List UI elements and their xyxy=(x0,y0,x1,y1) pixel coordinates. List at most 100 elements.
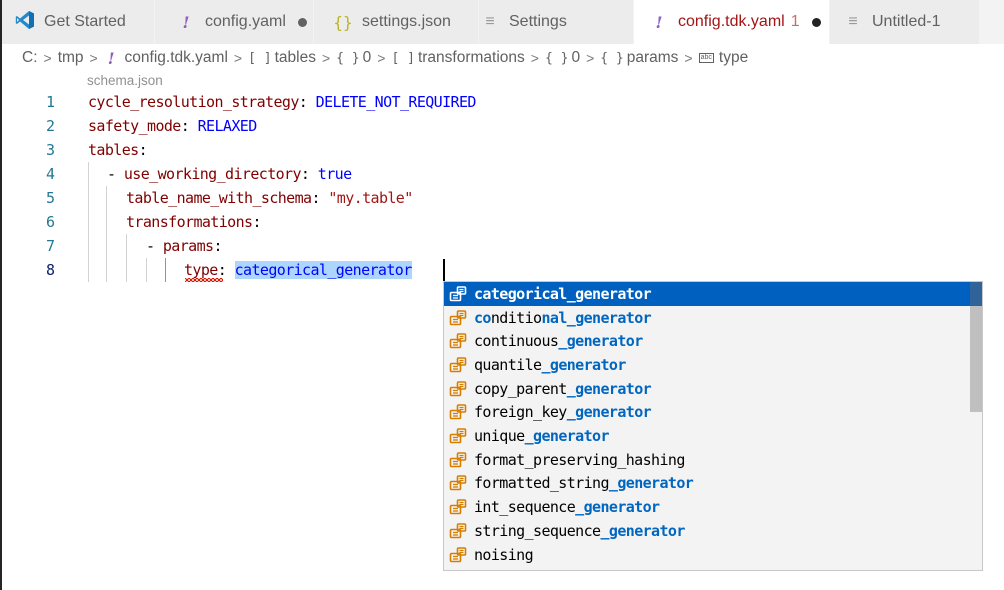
match-highlight: _generator xyxy=(558,332,643,351)
label-text: continuous xyxy=(474,332,559,351)
breadcrumb-item-params[interactable]: params xyxy=(627,49,679,67)
match-highlight: _generator xyxy=(541,355,626,374)
suggest-scrollbar[interactable] xyxy=(970,282,982,412)
unsaved-dot-icon[interactable] xyxy=(811,17,821,27)
label-text: unique xyxy=(474,427,525,446)
schema-codelens[interactable]: schema.json xyxy=(87,73,163,88)
code-line[interactable]: transformations: xyxy=(126,210,262,234)
suggestion-item[interactable]: unique_generator xyxy=(444,424,970,448)
colon: : xyxy=(217,261,227,279)
indent-guide xyxy=(106,186,107,282)
match-highlight: _generator xyxy=(524,427,610,446)
suggestion-item[interactable]: conditional_generator xyxy=(444,306,970,330)
suggestion-item[interactable]: formatted_string_generator xyxy=(444,472,970,496)
line-number: 1 xyxy=(45,93,55,111)
chevron-right-icon: > xyxy=(233,50,243,66)
array-icon: [ ] xyxy=(391,50,415,66)
unsaved-dot-icon[interactable] xyxy=(297,17,307,27)
label-text: nditio xyxy=(490,308,542,327)
autocomplete-suggest-widget: categorical_generator conditional_generat… xyxy=(443,281,983,571)
breadcrumb-item-index[interactable]: 0 xyxy=(571,49,580,67)
match-highlight: _generator xyxy=(566,403,652,422)
tab-label: Untitled-1 xyxy=(872,13,941,30)
indent-guide xyxy=(146,258,147,282)
yaml-icon: ! xyxy=(107,48,115,68)
text-lines-icon: ≡ xyxy=(848,13,858,30)
error-squiggle[interactable] xyxy=(185,278,223,282)
object-icon: { } xyxy=(336,50,360,66)
breadcrumb-item-tmp[interactable]: tmp xyxy=(58,49,84,67)
suggestion-label: int_sequence_generator xyxy=(474,498,660,517)
tab-config-tdk-yaml[interactable]: ! config.tdk.yaml 1 xyxy=(634,0,830,44)
tab-settings-json[interactable]: {} settings.json xyxy=(314,0,479,44)
tab-get-started[interactable]: Get Started xyxy=(2,0,155,44)
enum-member-icon xyxy=(449,380,467,396)
suggestion-item[interactable]: continuous_generator xyxy=(444,329,970,353)
code-line[interactable]: table_name_with_schema: "my.table" xyxy=(126,186,413,210)
yaml-key: params xyxy=(162,237,214,255)
suggestion-label: string_sequence_generator xyxy=(474,522,685,540)
suggestion-item[interactable]: copy_parent_generator xyxy=(444,377,970,401)
string-icon: abc xyxy=(698,53,714,63)
enum-member-icon xyxy=(449,357,467,373)
code-line[interactable]: safety_mode: RELAXED xyxy=(88,114,257,138)
colon: : xyxy=(213,237,222,255)
yaml-value: true xyxy=(317,165,352,183)
breadcrumb-item-index[interactable]: 0 xyxy=(363,49,372,67)
chevron-right-icon: > xyxy=(321,50,331,66)
tab-config-yaml[interactable]: ! config.yaml xyxy=(155,0,314,44)
array-icon: [ ] xyxy=(248,50,272,66)
yaml-key: table_name_with_schema xyxy=(126,189,312,207)
enum-member-icon xyxy=(449,309,467,325)
breadcrumb-item-drive[interactable]: C: xyxy=(22,49,38,67)
enum-member-icon xyxy=(449,499,467,515)
chevron-right-icon: > xyxy=(89,50,98,66)
breadcrumb-item-transformations[interactable]: transformations xyxy=(418,49,525,67)
tab-label: config.tdk.yaml xyxy=(678,13,785,30)
colon: : xyxy=(311,189,320,207)
label-text: noising xyxy=(474,545,534,564)
breadcrumb-item-type[interactable]: type xyxy=(719,49,748,67)
suggestion-item[interactable]: noising xyxy=(444,543,970,567)
json-icon: {} xyxy=(333,12,353,32)
suggestion-item[interactable]: int_sequence_generator xyxy=(444,495,970,519)
suggestion-label: unique_generator xyxy=(474,427,610,446)
suggestion-item[interactable]: string_sequence_generator xyxy=(444,519,970,543)
code-line[interactable]: - params: xyxy=(146,234,223,258)
match-highlight: _generator xyxy=(608,474,694,493)
label-text: foreign_key xyxy=(474,403,567,422)
yaml-string-value: "my.table" xyxy=(328,189,413,207)
line-number-current: 8 xyxy=(45,261,55,279)
settings-lines-icon: ≡ xyxy=(485,13,495,30)
suggestion-item[interactable]: quantile_generator xyxy=(444,353,970,377)
label-text: quantile xyxy=(474,355,542,374)
yaml-icon: ! xyxy=(655,12,663,32)
chevron-right-icon: > xyxy=(530,50,539,66)
suggestion-item[interactable]: foreign_key_generator xyxy=(444,401,970,425)
suggestion-label: foreign_key_generator xyxy=(474,403,652,422)
yaml-key: safety_mode xyxy=(88,117,181,135)
tab-label: Settings xyxy=(509,13,567,30)
enum-member-icon xyxy=(449,475,467,491)
line-number: 5 xyxy=(45,189,55,207)
object-icon: { } xyxy=(544,50,569,66)
suggestion-item[interactable]: categorical_generator xyxy=(444,282,970,306)
colon: : xyxy=(298,93,308,111)
code-line[interactable]: - use_working_directory: true xyxy=(107,162,352,186)
code-line[interactable]: tables: xyxy=(88,138,148,162)
enum-member-icon xyxy=(449,451,467,468)
yaml-icon: ! xyxy=(182,12,190,32)
line-number: 6 xyxy=(45,213,55,231)
label-text: int_sequence xyxy=(474,498,576,517)
breadcrumb-item-file[interactable]: config.tdk.yaml xyxy=(125,49,228,67)
match-highlight: nal_generator xyxy=(541,308,652,327)
tab-settings[interactable]: ≡ Settings xyxy=(479,0,634,44)
breadcrumb-item-tables[interactable]: tables xyxy=(275,49,316,67)
suggestion-label: continuous_generator xyxy=(474,332,643,350)
suggestion-item[interactable]: format_preserving_hashing xyxy=(444,448,970,472)
tab-untitled-1[interactable]: ≡ Untitled-1 xyxy=(830,0,980,44)
code-line[interactable]: cycle_resolution_strategy: DELETE_NOT_RE… xyxy=(88,90,476,114)
enum-member-icon xyxy=(449,523,467,539)
selected-yaml-value: categorical_generator xyxy=(234,261,412,279)
line-number: 2 xyxy=(45,117,55,135)
